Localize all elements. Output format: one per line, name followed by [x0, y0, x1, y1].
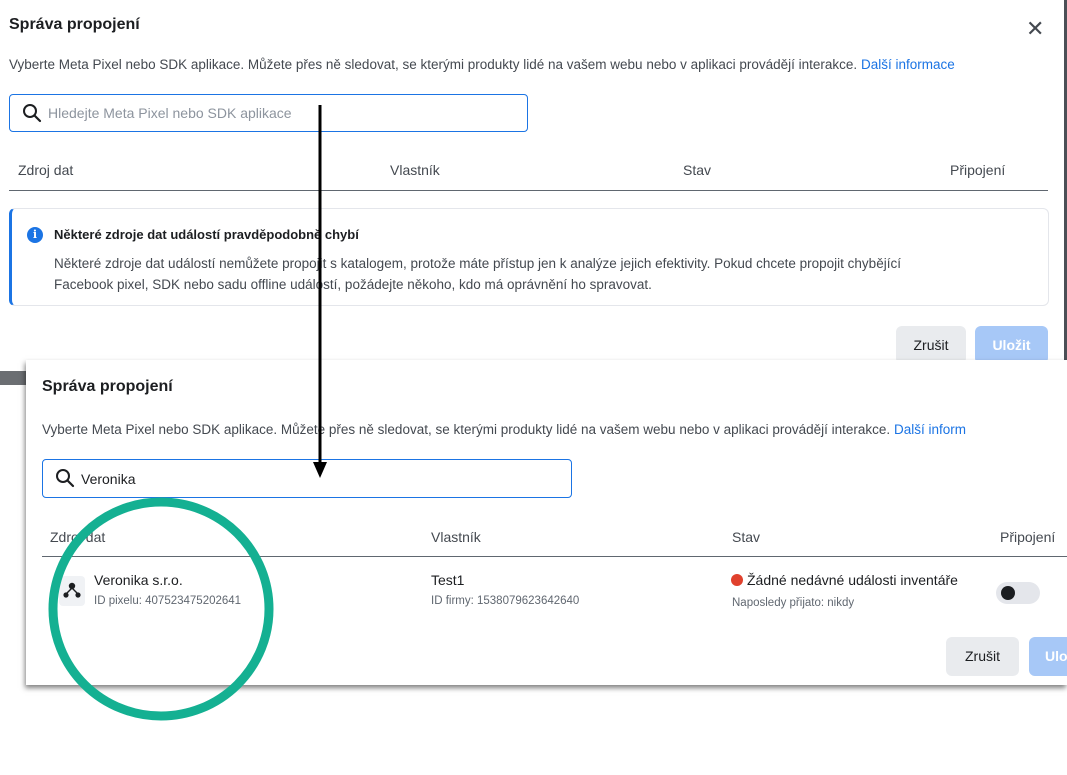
source-name: Veronika s.r.o.	[94, 572, 183, 588]
toggle-knob	[1001, 586, 1015, 600]
pixel-icon	[59, 576, 85, 606]
search-input[interactable]	[81, 460, 559, 497]
owner-name: Test1	[431, 572, 465, 588]
banner-text: Některé zdroje dat událostí nemůžete pro…	[54, 253, 901, 295]
column-header-connection: Připojení	[950, 162, 1006, 178]
last-received: Naposledy přijato: nikdy	[732, 597, 855, 609]
column-header-source: Zdroj dat	[18, 162, 74, 178]
connection-dialog-bottom: Správa propojení Vyberte Meta Pixel nebo…	[26, 360, 1067, 685]
banner-line-2: Facebook pixel, SDK nebo sadu offline ud…	[54, 277, 652, 292]
column-header-status: Stav	[732, 529, 761, 545]
search-box[interactable]	[9, 94, 528, 132]
close-icon[interactable]: ✕	[1026, 18, 1044, 40]
status-text: Žádné nedávné události inventáře	[747, 572, 958, 588]
column-header-owner: Vlastník	[431, 529, 481, 545]
learn-more-link[interactable]: Další inform	[894, 422, 966, 437]
column-header-connection: Připojení	[1000, 529, 1056, 545]
table-header-divider	[9, 190, 1048, 191]
column-header-owner: Vlastník	[390, 162, 440, 178]
info-icon: i	[27, 227, 43, 243]
save-button[interactable]: Uložit	[975, 326, 1048, 364]
column-header-source: Zdroj dat	[50, 529, 106, 545]
missing-sources-banner: i Některé zdroje dat událostí pravděpodo…	[9, 208, 1049, 306]
search-input[interactable]	[48, 95, 515, 131]
description-text: Vyberte Meta Pixel nebo SDK aplikace. Mů…	[42, 422, 891, 437]
cancel-button[interactable]: Zrušit	[896, 326, 966, 364]
cancel-button[interactable]: Zrušit	[946, 637, 1019, 676]
description-text: Vyberte Meta Pixel nebo SDK aplikace. Mů…	[9, 57, 858, 72]
search-icon	[56, 469, 75, 488]
backdrop-strip	[0, 371, 26, 385]
status-dot	[731, 574, 743, 586]
connection-toggle[interactable]	[996, 582, 1040, 604]
search-icon	[23, 104, 42, 123]
learn-more-link[interactable]: Další informace	[861, 57, 955, 72]
connection-dialog-top: Správa propojení ✕ Vyberte Meta Pixel ne…	[0, 0, 1067, 380]
dialog-description: Vyberte Meta Pixel nebo SDK aplikace. Mů…	[42, 422, 966, 437]
column-header-status: Stav	[683, 162, 712, 178]
business-id: ID firmy: 1538079623642640	[431, 595, 580, 607]
dialog-title: Správa propojení	[9, 16, 140, 33]
pixel-id: ID pixelu: 407523475202641	[94, 595, 242, 607]
search-box[interactable]	[42, 459, 572, 498]
dialog-title: Správa propojení	[42, 378, 173, 395]
dialog-description: Vyberte Meta Pixel nebo SDK aplikace. Mů…	[9, 57, 955, 72]
banner-title: Některé zdroje dat událostí pravděpodobn…	[54, 227, 359, 242]
table-header-divider	[42, 556, 1067, 557]
save-button[interactable]: Ulo	[1029, 637, 1067, 676]
banner-line-1: Některé zdroje dat událostí nemůžete pro…	[54, 256, 901, 271]
